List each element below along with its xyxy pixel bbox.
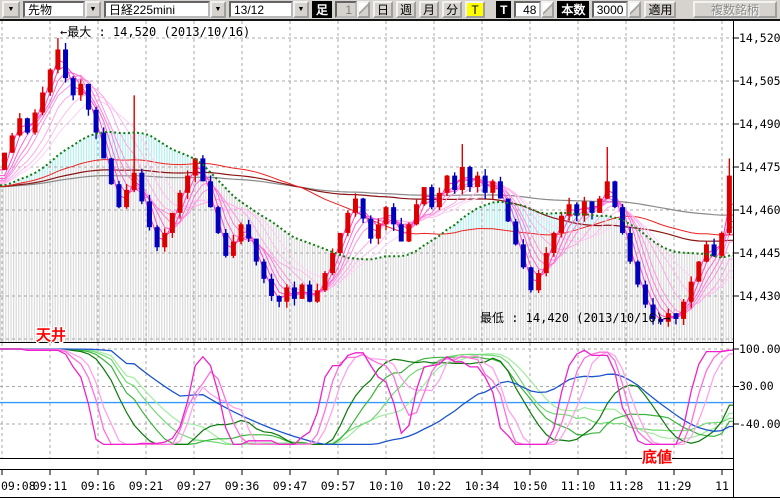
min-price-annotation: 最低 : 14,420 (2013/10/16)→ xyxy=(480,311,670,325)
spinner-icon[interactable] xyxy=(628,1,641,18)
oscillator-axis-label: 100.00 xyxy=(739,342,780,356)
time-axis-label: 09:57 xyxy=(321,479,356,493)
tick-count-stepper[interactable]: 48 xyxy=(514,1,554,18)
time-axis-label: 09:16 xyxy=(81,479,116,493)
interval-input[interactable]: 1 xyxy=(335,1,357,18)
price-axis-label: 14,430 xyxy=(739,289,780,303)
time-axis-label: 11:28 xyxy=(609,479,644,493)
dropdown-arrow-icon[interactable]: ▼ xyxy=(293,1,309,18)
spinner-icon[interactable] xyxy=(541,1,554,18)
spinner-icon[interactable] xyxy=(357,1,370,18)
time-axis-label: 10:50 xyxy=(513,479,548,493)
time-axis-label: 09:21 xyxy=(129,479,164,493)
chart-canvas: 14,520 14,505 14,490 14,475 14,460 14,44… xyxy=(0,0,780,500)
time-axis-label: 09:08 xyxy=(1,479,36,493)
category-combo[interactable]: 先物 ▼ xyxy=(23,1,101,18)
tick-count-input[interactable]: 48 xyxy=(514,1,541,18)
bar-count-input[interactable]: 3000 xyxy=(592,1,628,18)
time-axis-label: 10:10 xyxy=(369,479,404,493)
price-axis-label: 14,520 xyxy=(739,31,780,45)
price-axis-label: 14,490 xyxy=(739,117,780,131)
price-axis-label: 14,445 xyxy=(739,246,780,260)
symbol-combo[interactable]: 日経225mini ▼ xyxy=(104,1,226,18)
dropdown-arrow-icon[interactable]: ▼ xyxy=(2,1,20,18)
timeframe-month-button[interactable]: 月 xyxy=(419,1,439,18)
price-axis-label: 14,475 xyxy=(739,160,780,174)
symbol-select-value[interactable]: 日経225mini xyxy=(104,1,210,18)
toolbar: ▼ 先物 ▼ 日経225mini ▼ 13/12 ▼ 足 1 日 週 月 分 T… xyxy=(0,0,780,19)
time-axis-label: 11:10 xyxy=(561,479,596,493)
toolbar-divider xyxy=(0,19,780,21)
dropdown-arrow-icon[interactable]: ▼ xyxy=(210,1,226,18)
contract-select-value[interactable]: 13/12 xyxy=(229,1,293,18)
interval-stepper[interactable]: 1 xyxy=(335,1,370,18)
ceiling-label: 天井 xyxy=(36,326,66,344)
contract-combo[interactable]: 13/12 ▼ xyxy=(229,1,309,18)
time-axis-label: 09:27 xyxy=(177,479,212,493)
time-axis-label: 10:22 xyxy=(417,479,452,493)
multi-symbol-button[interactable]: 複数銘柄 xyxy=(693,1,777,18)
time-axis-label: 11:29 xyxy=(657,479,692,493)
timeframe-week-button[interactable]: 週 xyxy=(396,1,416,18)
price-axis-label: 14,460 xyxy=(739,203,780,217)
timeframe-tick-button[interactable]: T xyxy=(465,1,485,18)
max-price-annotation: ←最大 : 14,520 (2013/10/16) xyxy=(60,25,250,39)
apply-button[interactable]: 適用 xyxy=(644,1,676,18)
time-axis-label: 11 xyxy=(715,479,729,493)
price-axis-label: 14,505 xyxy=(739,74,780,88)
tick-count-label: T xyxy=(496,1,511,18)
bar-count-label: 本数 xyxy=(557,1,589,18)
category-select-value[interactable]: 先物 xyxy=(23,1,85,18)
time-axis-label: 10:34 xyxy=(465,479,500,493)
time-axis-label: 09:36 xyxy=(225,479,260,493)
time-axis-label: 09:11 xyxy=(33,479,68,493)
time-axis-label: 09:47 xyxy=(273,479,308,493)
oscillator-axis-label: -40.00 xyxy=(739,417,780,431)
oscillator-axis-label: 30.00 xyxy=(739,379,774,393)
bar-count-stepper[interactable]: 3000 xyxy=(592,1,641,18)
hidden-symbol-combo[interactable]: ▼ xyxy=(2,1,20,18)
timeframe-minute-button[interactable]: 分 xyxy=(442,1,462,18)
dropdown-arrow-icon[interactable]: ▼ xyxy=(85,1,101,18)
bottom-price-label: 底値 xyxy=(642,448,672,466)
timeframe-day-button[interactable]: 日 xyxy=(373,1,393,18)
bar-type-label: 足 xyxy=(312,1,332,18)
